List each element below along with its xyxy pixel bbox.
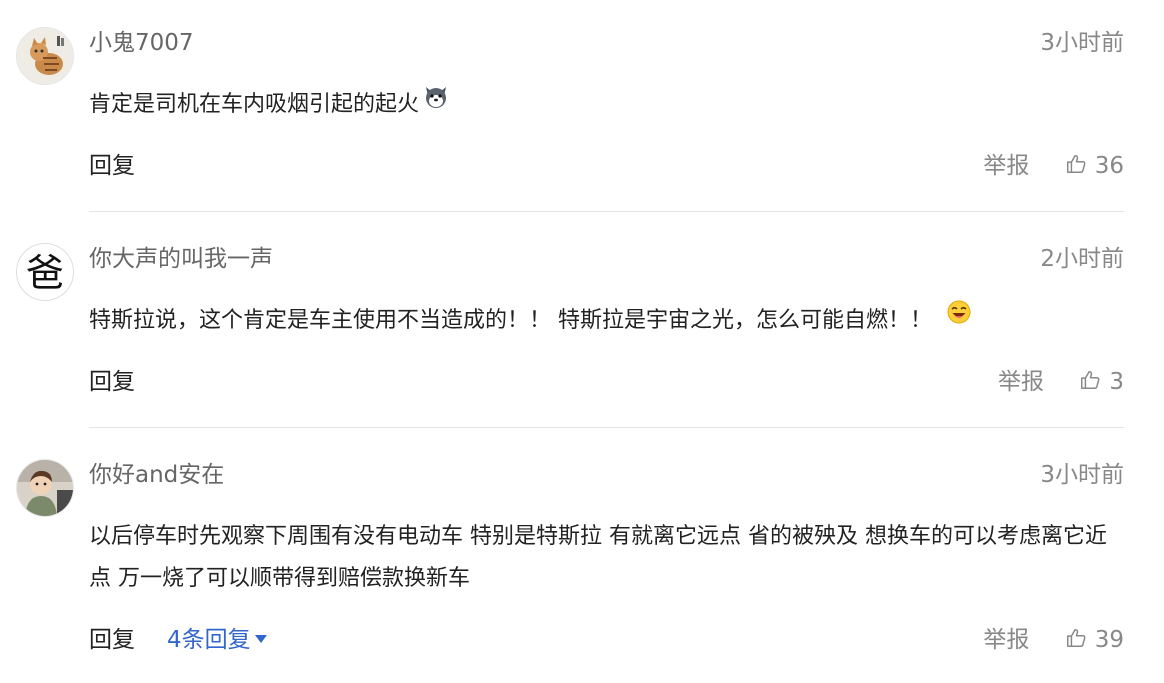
avatar[interactable] bbox=[16, 459, 74, 517]
comment-right-actions: 举报 36 bbox=[983, 150, 1124, 182]
view-replies-button[interactable]: 4条回复 bbox=[167, 624, 267, 656]
comment-actions: 回复 举报 36 bbox=[89, 150, 1124, 182]
divider bbox=[89, 211, 1124, 212]
like-button[interactable]: 36 bbox=[1065, 150, 1124, 182]
thumbs-up-icon bbox=[1081, 371, 1100, 389]
like-count: 36 bbox=[1094, 153, 1124, 179]
thumbs-up-icon bbox=[1066, 629, 1086, 647]
comment-username[interactable]: 你大声的叫我一声 bbox=[89, 244, 273, 274]
comment-text-content: 特斯拉说，这个肯定是车主使用不当造成的！！ 特斯拉是宇宙之光，怎么可能自燃！！ bbox=[89, 308, 932, 333]
comment-actions: 回复 4条回复 举报 39 bbox=[89, 624, 1124, 656]
report-button[interactable]: 举报 bbox=[983, 150, 1029, 182]
like-button[interactable]: 3 bbox=[1079, 366, 1124, 398]
report-button[interactable]: 举报 bbox=[998, 366, 1044, 398]
comment-actions: 回复 举报 3 bbox=[89, 366, 1124, 398]
comment-text: 以后停车时先观察下周围有没有电动车 特别是特斯拉 有就离它远点 省的被殃及 想换… bbox=[89, 524, 1107, 591]
view-replies-label: 4条回复 bbox=[167, 627, 251, 653]
laughing-face-emoji-icon bbox=[946, 298, 972, 340]
comment-time: 2小时前 bbox=[1040, 246, 1124, 272]
thumbs-up-icon bbox=[1066, 155, 1086, 173]
comment-right-actions: 举报 39 bbox=[983, 624, 1124, 656]
like-button[interactable]: 39 bbox=[1065, 624, 1124, 656]
avatar-glyph: 爸 bbox=[26, 251, 64, 295]
comment-time: 3小时前 bbox=[1040, 462, 1124, 488]
comment-text-content: 肯定是司机在车内吸烟引起的起火 bbox=[89, 92, 420, 117]
comment-time: 3小时前 bbox=[1040, 30, 1124, 56]
dog-face-emoji-icon bbox=[423, 82, 449, 124]
avatar[interactable]: 爸 bbox=[16, 243, 74, 301]
reply-button[interactable]: 回复 bbox=[89, 150, 135, 182]
avatar[interactable] bbox=[16, 27, 74, 85]
comment-username[interactable]: 小鬼7007 bbox=[89, 28, 194, 58]
report-button[interactable]: 举报 bbox=[983, 624, 1029, 656]
like-count: 3 bbox=[1109, 369, 1124, 395]
like-count: 39 bbox=[1094, 627, 1124, 653]
reply-button[interactable]: 回复 bbox=[89, 366, 135, 398]
reply-button[interactable]: 回复 bbox=[89, 624, 135, 656]
caret-down-icon bbox=[254, 634, 267, 643]
comment-right-actions: 举报 3 bbox=[998, 366, 1124, 398]
comment-username[interactable]: 你好and安在 bbox=[89, 460, 224, 490]
comment-text: 肯定是司机在车内吸烟引起的起火 bbox=[89, 84, 1129, 126]
divider bbox=[89, 427, 1124, 428]
comment-text: 特斯拉说，这个肯定是车主使用不当造成的！！ 特斯拉是宇宙之光，怎么可能自燃！！ bbox=[89, 300, 1129, 342]
